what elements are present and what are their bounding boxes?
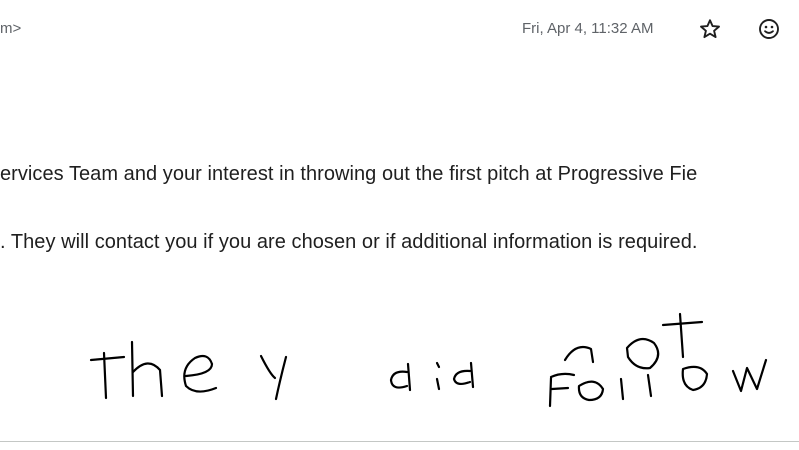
message-body-line: ervices Team and your interest in throwi… bbox=[0, 163, 698, 185]
message-body-line: . They will contact you if you are chose… bbox=[0, 231, 698, 253]
message-header: m> Fri, Apr 4, 11:32 AM bbox=[0, 0, 799, 62]
star-outline-icon bbox=[700, 19, 720, 39]
message-timestamp: Fri, Apr 4, 11:32 AM bbox=[522, 20, 654, 37]
sender-email-fragment: m> bbox=[0, 20, 22, 37]
divider bbox=[0, 441, 799, 442]
star-button[interactable] bbox=[696, 15, 724, 43]
add-reaction-icon bbox=[759, 19, 779, 39]
handwritten-annotation bbox=[89, 312, 768, 408]
add-reaction-button[interactable] bbox=[755, 15, 783, 43]
